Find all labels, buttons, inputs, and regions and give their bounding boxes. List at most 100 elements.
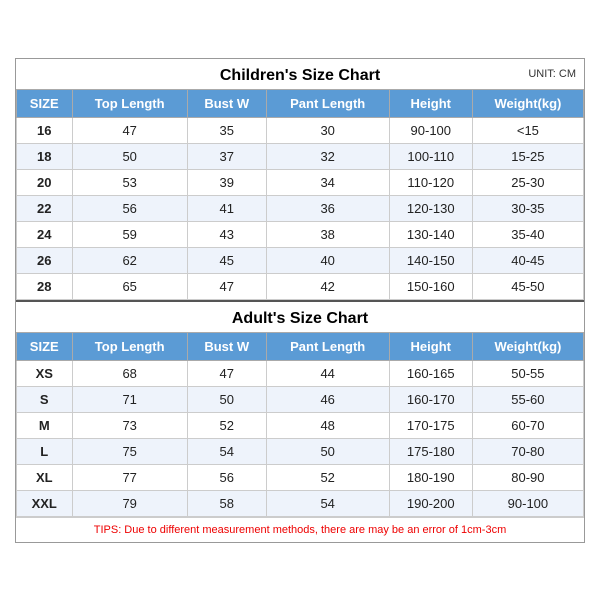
adult-section-title: Adult's Size Chart [16, 300, 584, 332]
table-cell: M [17, 412, 73, 438]
children-data-row: 1647353090-100<15 [17, 117, 584, 143]
table-cell: 16 [17, 117, 73, 143]
table-cell: 25-30 [472, 169, 583, 195]
children-col-weight: Weight(kg) [472, 89, 583, 117]
table-cell: 73 [72, 412, 187, 438]
table-cell: 53 [72, 169, 187, 195]
children-data-row: 24594338130-14035-40 [17, 221, 584, 247]
table-cell: 47 [187, 273, 266, 299]
table-cell: 50 [266, 438, 389, 464]
table-cell: 20 [17, 169, 73, 195]
adult-data-row: XXL795854190-20090-100 [17, 490, 584, 516]
adult-title-text: Adult's Size Chart [232, 310, 368, 327]
table-cell: 150-160 [389, 273, 472, 299]
table-cell: 65 [72, 273, 187, 299]
table-cell: 50 [72, 143, 187, 169]
table-cell: 46 [266, 386, 389, 412]
table-cell: 56 [72, 195, 187, 221]
table-cell: 52 [266, 464, 389, 490]
table-cell: 160-170 [389, 386, 472, 412]
table-cell: 54 [187, 438, 266, 464]
adult-data-row: S715046160-17055-60 [17, 386, 584, 412]
table-cell: 35 [187, 117, 266, 143]
table-cell: 120-130 [389, 195, 472, 221]
adult-data-row: M735248170-17560-70 [17, 412, 584, 438]
table-cell: 160-165 [389, 360, 472, 386]
size-chart-container: Children's Size Chart UNIT: CM SIZE Top … [15, 58, 585, 543]
table-cell: 59 [72, 221, 187, 247]
adult-data-row: XS684744160-16550-55 [17, 360, 584, 386]
table-cell: 18 [17, 143, 73, 169]
table-cell: 71 [72, 386, 187, 412]
table-cell: 47 [72, 117, 187, 143]
unit-label: UNIT: CM [528, 68, 576, 80]
table-cell: 60-70 [472, 412, 583, 438]
table-cell: 54 [266, 490, 389, 516]
table-cell: 35-40 [472, 221, 583, 247]
table-cell: 40-45 [472, 247, 583, 273]
table-cell: S [17, 386, 73, 412]
children-data-row: 18503732100-11015-25 [17, 143, 584, 169]
table-cell: 75 [72, 438, 187, 464]
children-data-row: 22564136120-13030-35 [17, 195, 584, 221]
adult-col-weight: Weight(kg) [472, 332, 583, 360]
table-cell: 80-90 [472, 464, 583, 490]
children-col-top-length: Top Length [72, 89, 187, 117]
table-cell: L [17, 438, 73, 464]
adult-col-bust-w: Bust W [187, 332, 266, 360]
table-cell: 90-100 [389, 117, 472, 143]
table-cell: 68 [72, 360, 187, 386]
table-cell: XL [17, 464, 73, 490]
table-cell: 30 [266, 117, 389, 143]
table-cell: 40 [266, 247, 389, 273]
tips-text: TIPS: Due to different measurement metho… [16, 517, 584, 542]
adult-size-table: SIZE Top Length Bust W Pant Length Heigh… [16, 332, 584, 517]
table-cell: 130-140 [389, 221, 472, 247]
table-cell: 77 [72, 464, 187, 490]
table-cell: 100-110 [389, 143, 472, 169]
table-cell: XXL [17, 490, 73, 516]
table-cell: 43 [187, 221, 266, 247]
table-cell: 175-180 [389, 438, 472, 464]
adult-col-top-length: Top Length [72, 332, 187, 360]
children-section-title: Children's Size Chart UNIT: CM [16, 59, 584, 89]
table-cell: 48 [266, 412, 389, 438]
children-data-row: 28654742150-16045-50 [17, 273, 584, 299]
children-col-bust-w: Bust W [187, 89, 266, 117]
table-cell: 37 [187, 143, 266, 169]
children-title-text: Children's Size Chart [220, 67, 380, 84]
table-cell: 79 [72, 490, 187, 516]
children-data-row: 26624540140-15040-45 [17, 247, 584, 273]
table-cell: 15-25 [472, 143, 583, 169]
table-cell: 34 [266, 169, 389, 195]
table-cell: 50-55 [472, 360, 583, 386]
table-cell: 47 [187, 360, 266, 386]
table-cell: 58 [187, 490, 266, 516]
children-data-row: 20533934110-12025-30 [17, 169, 584, 195]
children-col-size: SIZE [17, 89, 73, 117]
table-cell: 190-200 [389, 490, 472, 516]
table-cell: 24 [17, 221, 73, 247]
table-cell: 42 [266, 273, 389, 299]
table-cell: 62 [72, 247, 187, 273]
table-cell: 140-150 [389, 247, 472, 273]
adult-data-row: L755450175-18070-80 [17, 438, 584, 464]
table-cell: 180-190 [389, 464, 472, 490]
adult-col-height: Height [389, 332, 472, 360]
table-cell: 26 [17, 247, 73, 273]
table-cell: 39 [187, 169, 266, 195]
table-cell: 170-175 [389, 412, 472, 438]
table-cell: 50 [187, 386, 266, 412]
table-cell: 41 [187, 195, 266, 221]
table-cell: 90-100 [472, 490, 583, 516]
table-cell: 70-80 [472, 438, 583, 464]
children-col-pant-length: Pant Length [266, 89, 389, 117]
table-cell: 32 [266, 143, 389, 169]
children-size-table: SIZE Top Length Bust W Pant Length Heigh… [16, 89, 584, 300]
table-cell: 44 [266, 360, 389, 386]
table-cell: 36 [266, 195, 389, 221]
table-cell: 56 [187, 464, 266, 490]
adult-col-pant-length: Pant Length [266, 332, 389, 360]
table-cell: <15 [472, 117, 583, 143]
adult-header-row: SIZE Top Length Bust W Pant Length Heigh… [17, 332, 584, 360]
